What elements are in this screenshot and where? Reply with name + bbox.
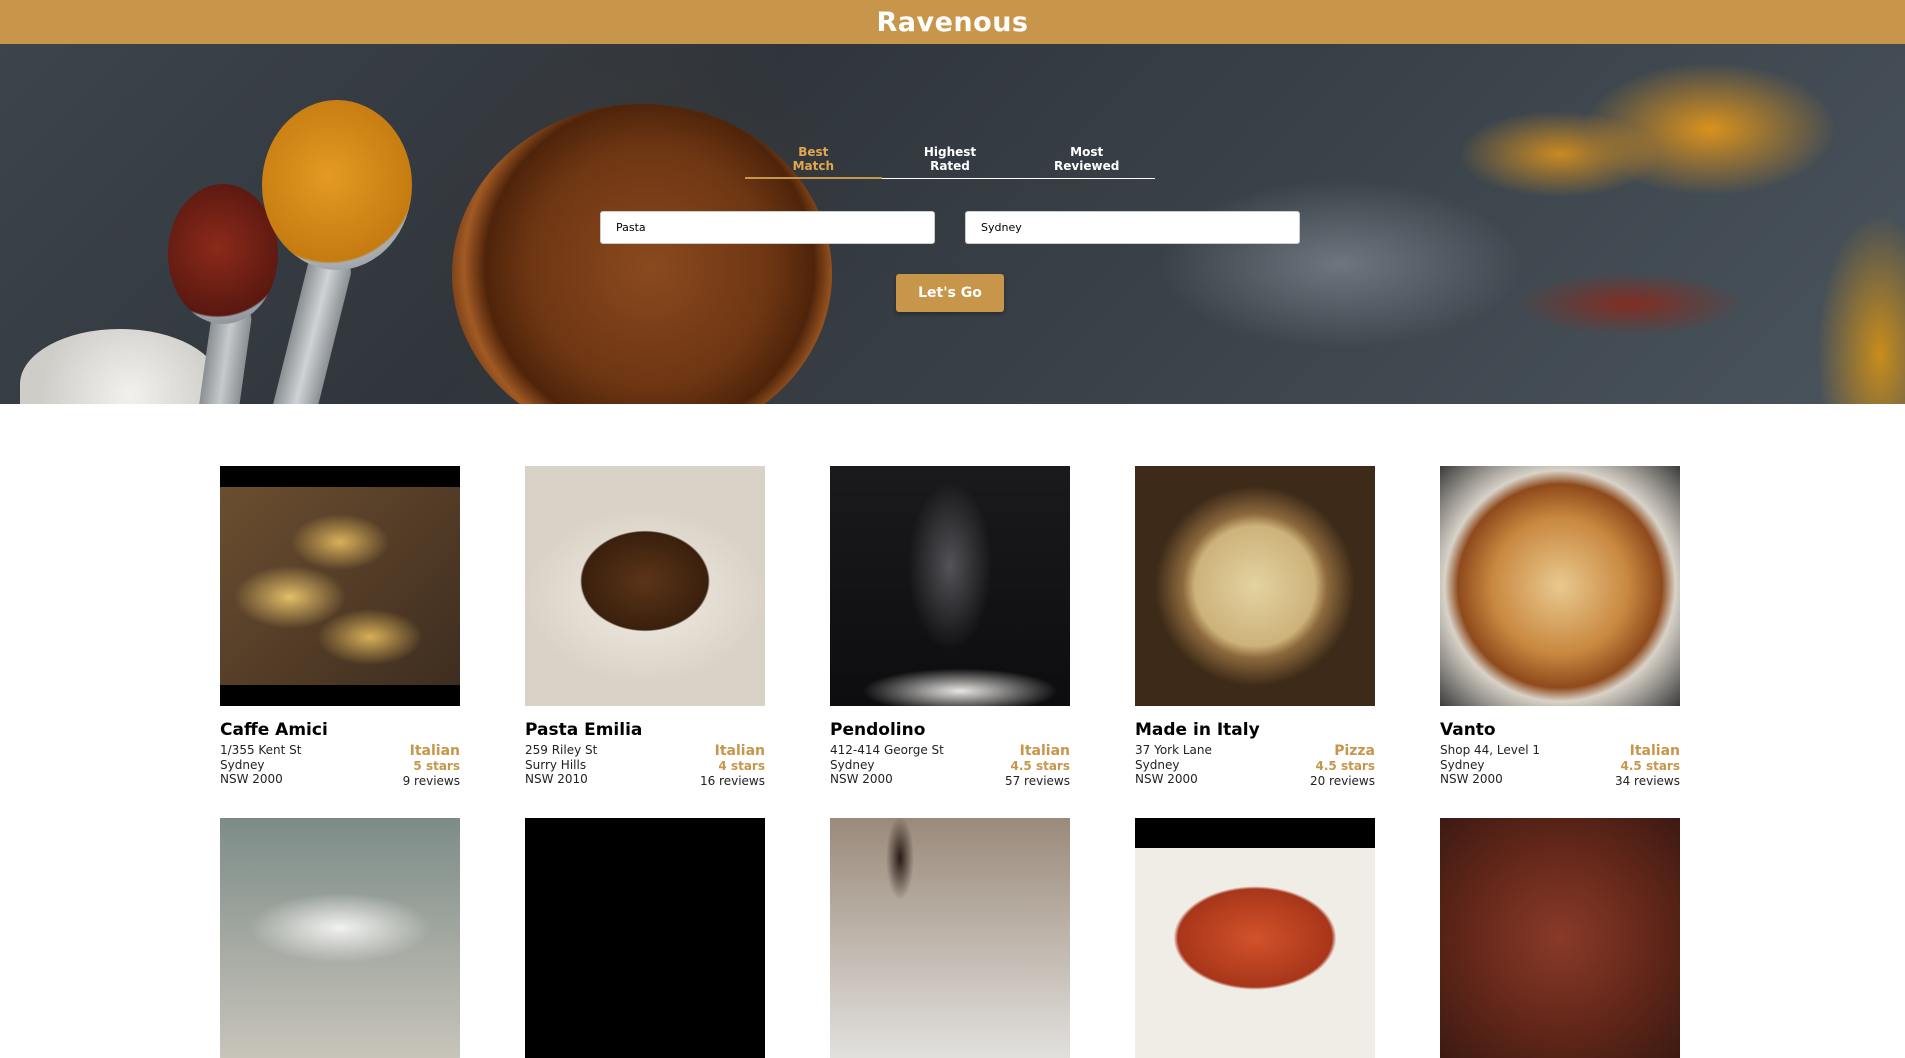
business-category: Italian: [714, 743, 765, 759]
business-category: Italian: [1629, 743, 1680, 759]
business-name: Vanto: [1440, 720, 1496, 740]
business-photo: [1135, 466, 1375, 706]
search-fields: [600, 211, 1300, 244]
business-photo: [1440, 818, 1680, 1058]
business-review-count: 9 reviews: [402, 773, 460, 788]
business-photo: [1440, 466, 1680, 706]
business-card[interactable]: [830, 818, 1070, 1058]
business-rating: 4.5 stars: [1010, 759, 1070, 773]
business-review-count: 16 reviews: [699, 773, 765, 788]
business-reviews: Italian 4 stars 16 reviews: [700, 743, 765, 788]
business-rating: 4.5 stars: [1620, 759, 1680, 773]
business-review-count: 20 reviews: [1309, 773, 1375, 788]
tab-label: Highest: [923, 145, 977, 159]
business-category: Italian: [1019, 743, 1070, 759]
business-address: 37 York Lane Sydney NSW 2000: [1135, 743, 1212, 786]
business-address: 1/355 Kent St Sydney NSW 2000: [220, 743, 302, 786]
business-category: Italian: [409, 743, 460, 759]
business-reviews: Italian 4.5 stars 34 reviews: [1615, 743, 1680, 788]
business-name: Made in Italy: [1135, 720, 1260, 740]
business-photo: [525, 818, 765, 1058]
business-rating: 4.5 stars: [1315, 759, 1375, 773]
tab-label: Most: [1070, 145, 1104, 159]
business-list: Caffe Amici 1/355 Kent St Sydney NSW 200…: [220, 466, 1680, 1058]
tab-highest-rated[interactable]: Highest Rated: [882, 144, 1019, 178]
business-address: 412-414 George St Sydney NSW 2000: [830, 743, 944, 786]
business-card[interactable]: Caffe Amici 1/355 Kent St Sydney NSW 200…: [220, 466, 460, 788]
hero-spoon-paprika: [168, 184, 278, 324]
business-reviews: Italian 4.5 stars 57 reviews: [1005, 743, 1070, 788]
business-review-count: 34 reviews: [1614, 773, 1680, 788]
hero-spoon-handle: [270, 251, 354, 404]
business-card[interactable]: [1135, 818, 1375, 1058]
business-rating: 4 stars: [718, 759, 765, 773]
business-photo: [1135, 818, 1375, 1058]
hero-shell-decoration: [20, 329, 220, 404]
business-address: Shop 44, Level 1 Sydney NSW 2000: [1440, 743, 1541, 786]
business-address: 259 Riley St Surry Hills NSW 2010: [525, 743, 598, 786]
business-reviews: Italian 5 stars 9 reviews: [403, 743, 460, 788]
business-photo: [830, 818, 1070, 1058]
business-category: Pizza: [1334, 743, 1375, 759]
business-card[interactable]: Pasta Emilia 259 Riley St Surry Hills NS…: [525, 466, 765, 788]
app-header: Ravenous: [0, 0, 1905, 45]
tab-label: Reviewed: [1054, 159, 1120, 173]
business-photo: [220, 818, 460, 1058]
business-name: Pasta Emilia: [525, 720, 643, 740]
tab-label: Match: [792, 159, 835, 173]
business-photo: [830, 466, 1070, 706]
business-name: Pendolino: [830, 720, 926, 740]
tab-label: Rated: [930, 159, 970, 173]
search-submit-button[interactable]: Let's Go: [896, 274, 1004, 312]
business-card[interactable]: Made in Italy 37 York Lane Sydney NSW 20…: [1135, 466, 1375, 788]
search-term-input[interactable]: [600, 211, 935, 244]
business-card[interactable]: Pendolino 412-414 George St Sydney NSW 2…: [830, 466, 1070, 788]
tab-most-reviewed[interactable]: Most Reviewed: [1018, 144, 1155, 178]
business-card[interactable]: [525, 818, 765, 1058]
app-logo: Ravenous: [876, 6, 1029, 38]
business-card[interactable]: [220, 818, 460, 1058]
business-review-count: 57 reviews: [1004, 773, 1070, 788]
business-reviews: Pizza 4.5 stars 20 reviews: [1310, 743, 1375, 788]
business-photo: [525, 466, 765, 706]
tab-best-match[interactable]: Best Match: [745, 144, 882, 179]
business-name: Caffe Amici: [220, 720, 328, 740]
location-input[interactable]: [965, 211, 1300, 244]
business-card[interactable]: [1440, 818, 1680, 1058]
business-rating: 5 stars: [413, 759, 460, 773]
business-card[interactable]: Vanto Shop 44, Level 1 Sydney NSW 2000 I…: [1440, 466, 1680, 788]
business-photo: [220, 466, 460, 706]
hero-spoon-turmeric: [262, 100, 412, 270]
sort-tabs: Best Match Highest Rated Most Reviewed: [745, 144, 1155, 179]
tab-label: Best: [798, 145, 829, 159]
